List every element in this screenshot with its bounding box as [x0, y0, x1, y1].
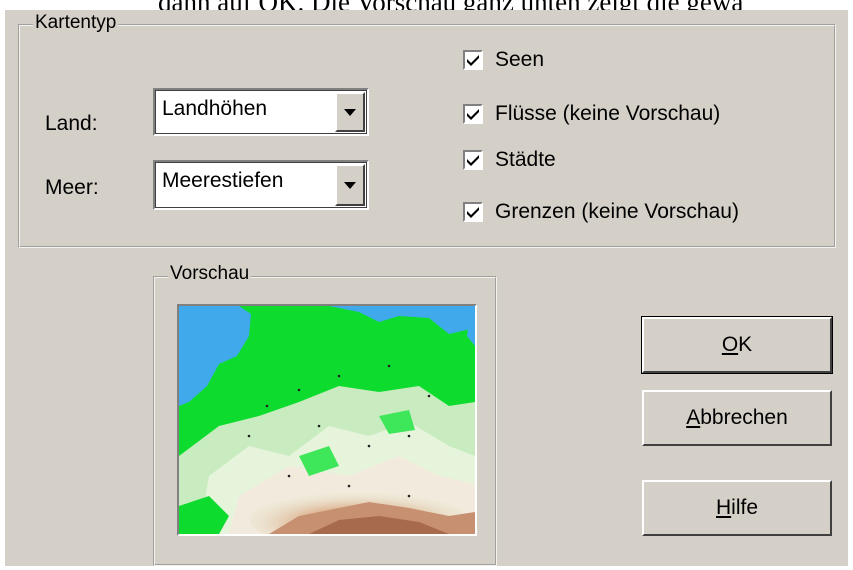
- ok-button-label: OK: [721, 333, 753, 356]
- checkbox-label: Städte: [495, 148, 556, 171]
- meer-label: Meer:: [45, 176, 99, 199]
- checkbox-seen[interactable]: Seen: [463, 48, 544, 72]
- check-icon: [467, 207, 479, 218]
- checkbox-box[interactable]: [463, 202, 483, 222]
- checkbox-box[interactable]: [463, 104, 483, 124]
- checkbox-box[interactable]: [463, 150, 483, 170]
- check-icon: [467, 55, 479, 66]
- meer-select[interactable]: Meerestiefen: [153, 160, 369, 210]
- checkbox-label: Seen: [495, 48, 545, 71]
- kartentyp-title: Kartentyp: [33, 12, 119, 33]
- meer-select-value: Meerestiefen: [162, 169, 284, 192]
- cancel-button-label: Abbrechen: [686, 406, 788, 429]
- chevron-down-icon: [344, 181, 356, 189]
- checkbox-label: Grenzen (keine Vorschau): [495, 200, 739, 223]
- meer-dropdown-button[interactable]: [335, 164, 365, 206]
- map-preview-image: [179, 306, 475, 534]
- check-icon: [467, 109, 479, 120]
- land-select[interactable]: Landhöhen: [153, 88, 369, 136]
- map-preview: [177, 304, 477, 536]
- checkbox-staedte[interactable]: Städte: [463, 148, 556, 172]
- ok-button[interactable]: OK: [641, 316, 833, 374]
- land-dropdown-button[interactable]: [335, 92, 365, 132]
- cancel-button[interactable]: Abbrechen: [642, 390, 832, 446]
- land-select-value: Landhöhen: [162, 97, 268, 120]
- map-type-dialog: Kartentyp Land: Landhöhen Meer: Meeresti…: [5, 10, 848, 566]
- checkbox-grenzen[interactable]: Grenzen (keine Vorschau): [463, 200, 739, 224]
- help-button[interactable]: Hilfe: [642, 480, 832, 536]
- land-label: Land:: [45, 112, 98, 135]
- checkbox-box[interactable]: [463, 50, 483, 70]
- vorschau-title: Vorschau: [168, 263, 252, 284]
- checkbox-label: Flüsse (keine Vorschau): [495, 102, 721, 125]
- help-button-label: Hilfe: [715, 496, 759, 519]
- check-icon: [467, 155, 479, 166]
- checkbox-fluesse[interactable]: Flüsse (keine Vorschau): [463, 102, 720, 126]
- chevron-down-icon: [344, 108, 356, 116]
